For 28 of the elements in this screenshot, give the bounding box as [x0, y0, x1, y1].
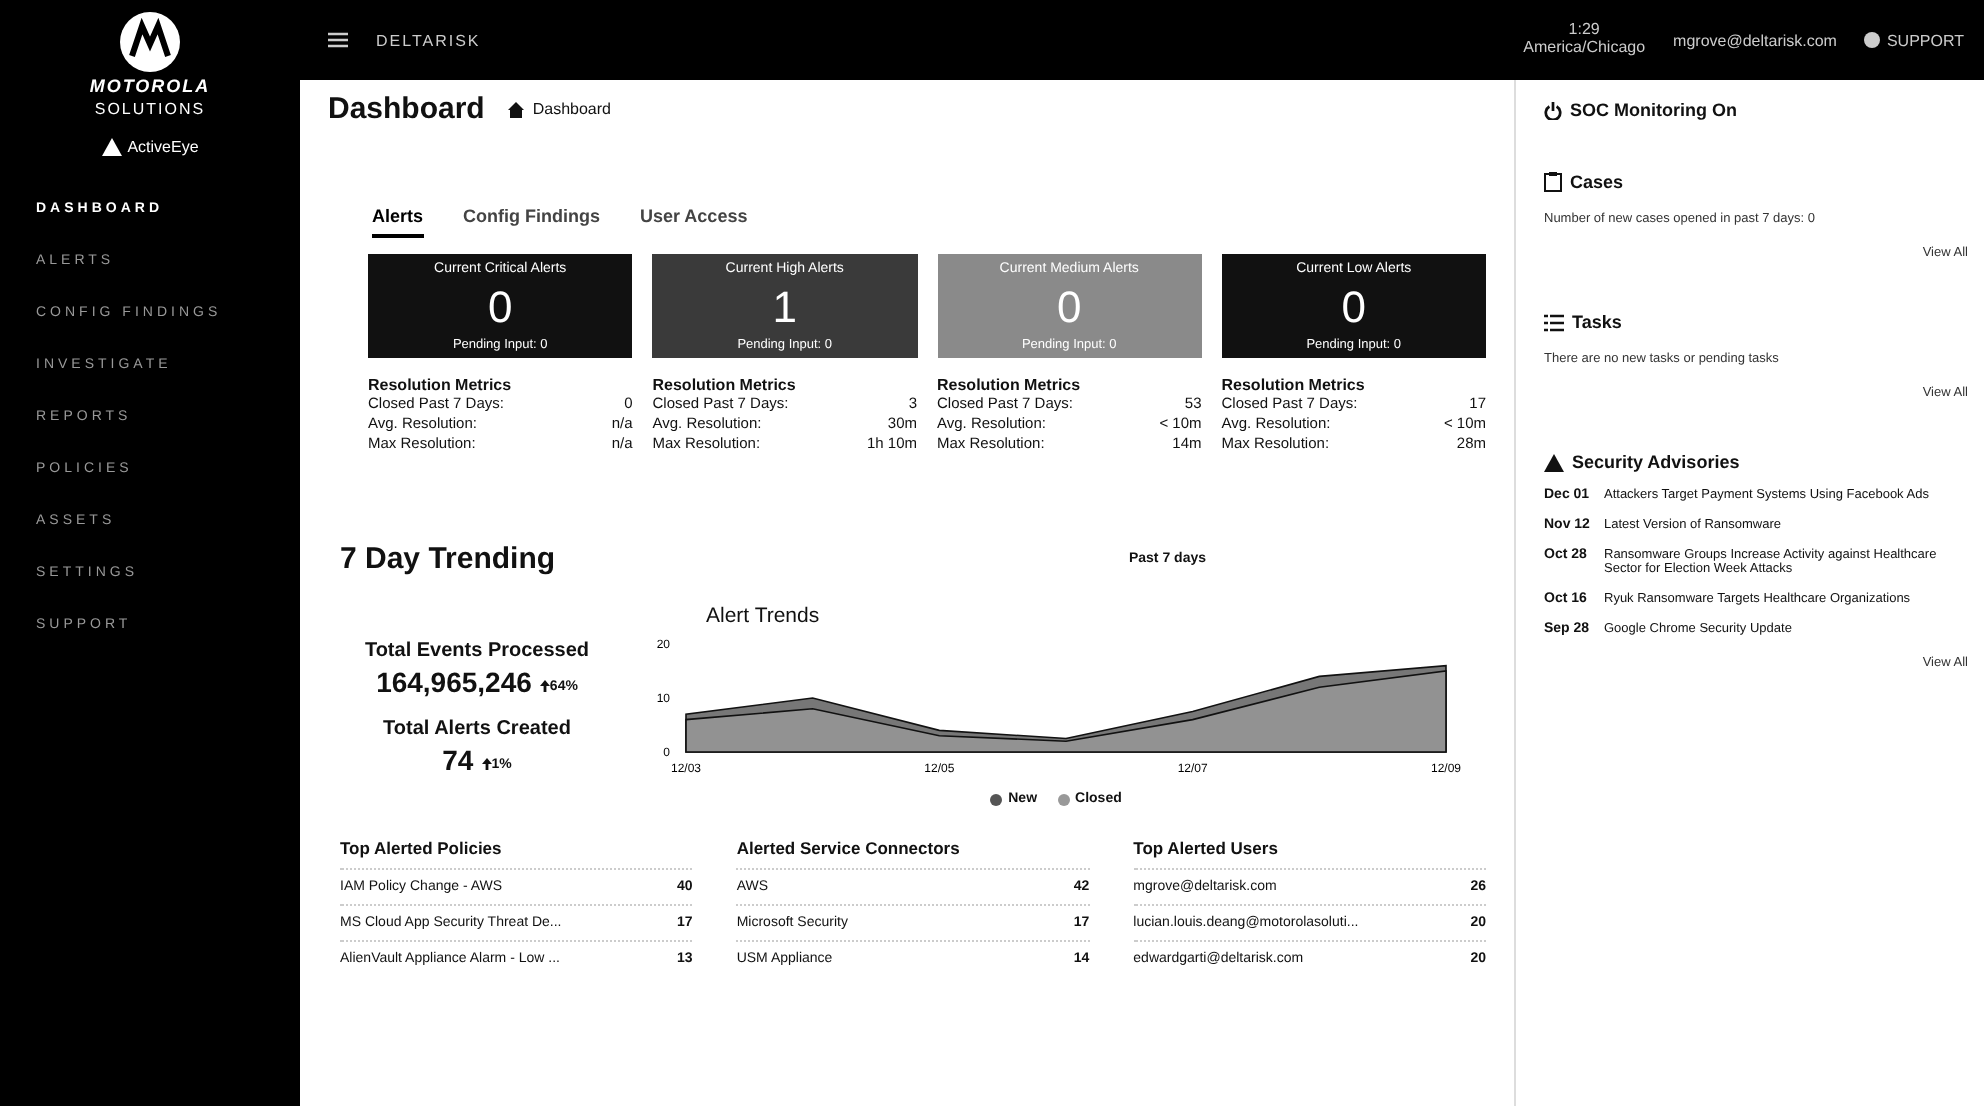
brand-name: MOTOROLA: [89, 76, 211, 96]
metrics-title: Resolution Metrics: [937, 376, 1083, 394]
table-title: Alerted Service Connectors: [736, 838, 962, 858]
section-title: 7 Day Trending: [340, 542, 556, 576]
alert-count: 1: [772, 285, 797, 329]
metrics-title: Resolution Metrics: [652, 376, 798, 394]
chart-title: Alert Trends: [706, 604, 822, 628]
timezone: America/Chicago: [1523, 40, 1646, 58]
stat-label: Total Events Processed: [364, 640, 590, 662]
stat-value: 164,965,246: [376, 666, 532, 698]
organization-name: DELTARISK: [376, 31, 483, 49]
page-title: Dashboard: [328, 92, 485, 126]
stat-label: Total Alerts Created: [383, 718, 571, 740]
stat-value: 74: [442, 744, 474, 776]
table-title: Top Alerted Users: [1133, 838, 1280, 858]
table-title: Top Alerted Policies: [340, 838, 504, 858]
section-title: Tasks: [1572, 312, 1622, 332]
alert-count: 0: [1341, 285, 1366, 329]
clock-time: 1:29: [1568, 22, 1600, 40]
section-title: Security Advisories: [1572, 452, 1740, 472]
brand-subtitle: SOLUTIONS: [94, 100, 206, 118]
monitoring-status: SOC Monitoring On: [1570, 100, 1737, 120]
metrics-title: Resolution Metrics: [1221, 376, 1367, 394]
metrics-title: Resolution Metrics: [368, 376, 514, 394]
alert-count: 0: [488, 285, 513, 329]
alert-count: 0: [1057, 285, 1082, 329]
section-title: Cases: [1570, 172, 1624, 192]
product-name: ActiveEye: [127, 138, 199, 156]
